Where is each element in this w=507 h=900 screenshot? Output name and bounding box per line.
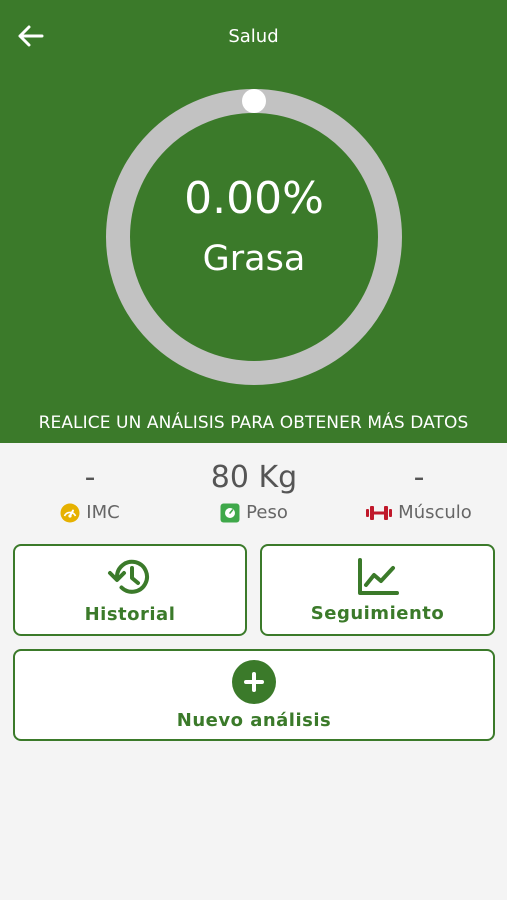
stat-muscle-label: Músculo bbox=[398, 502, 472, 523]
history-button[interactable]: Historial bbox=[13, 544, 247, 636]
plus-icon bbox=[232, 659, 276, 704]
line-chart-icon bbox=[357, 557, 399, 595]
stat-weight-value: 80 Kg bbox=[210, 460, 298, 495]
stats-row: - IMC 80 Kg Peso - Músculo bbox=[0, 456, 507, 536]
stat-weight: 80 Kg Peso bbox=[169, 456, 339, 523]
gauge-track bbox=[106, 89, 402, 385]
tracking-button[interactable]: Seguimiento bbox=[260, 544, 495, 636]
stat-imc-label: IMC bbox=[86, 502, 120, 523]
gauge-value: 0.00% bbox=[184, 173, 324, 224]
gauge-label: Grasa bbox=[202, 239, 306, 279]
analysis-notice: REALICE UN ANÁLISIS PARA OBTENER MÁS DAT… bbox=[38, 413, 469, 433]
gauge-knob bbox=[242, 89, 266, 113]
stat-weight-label: Peso bbox=[246, 502, 288, 523]
history-label: Historial bbox=[84, 603, 176, 625]
stat-imc: - IMC bbox=[5, 456, 175, 523]
stat-imc-value: - bbox=[84, 460, 96, 495]
fat-gauge: 0.00% Grasa bbox=[106, 89, 402, 385]
new-analysis-button[interactable]: Nuevo análisis bbox=[13, 649, 495, 741]
new-analysis-label: Nuevo análisis bbox=[176, 709, 332, 731]
scale-icon bbox=[220, 503, 240, 522]
dumbbell-icon bbox=[366, 505, 393, 520]
history-icon bbox=[108, 559, 149, 594]
header: Salud 0.00% Grasa REALICE UN ANÁLISIS PA… bbox=[0, 0, 507, 443]
gauge-icon bbox=[60, 503, 80, 522]
page-title: Salud bbox=[228, 26, 279, 47]
tracking-label: Seguimiento bbox=[310, 602, 445, 624]
stat-muscle: - Músculo bbox=[334, 456, 504, 523]
stat-muscle-value: - bbox=[413, 460, 425, 495]
